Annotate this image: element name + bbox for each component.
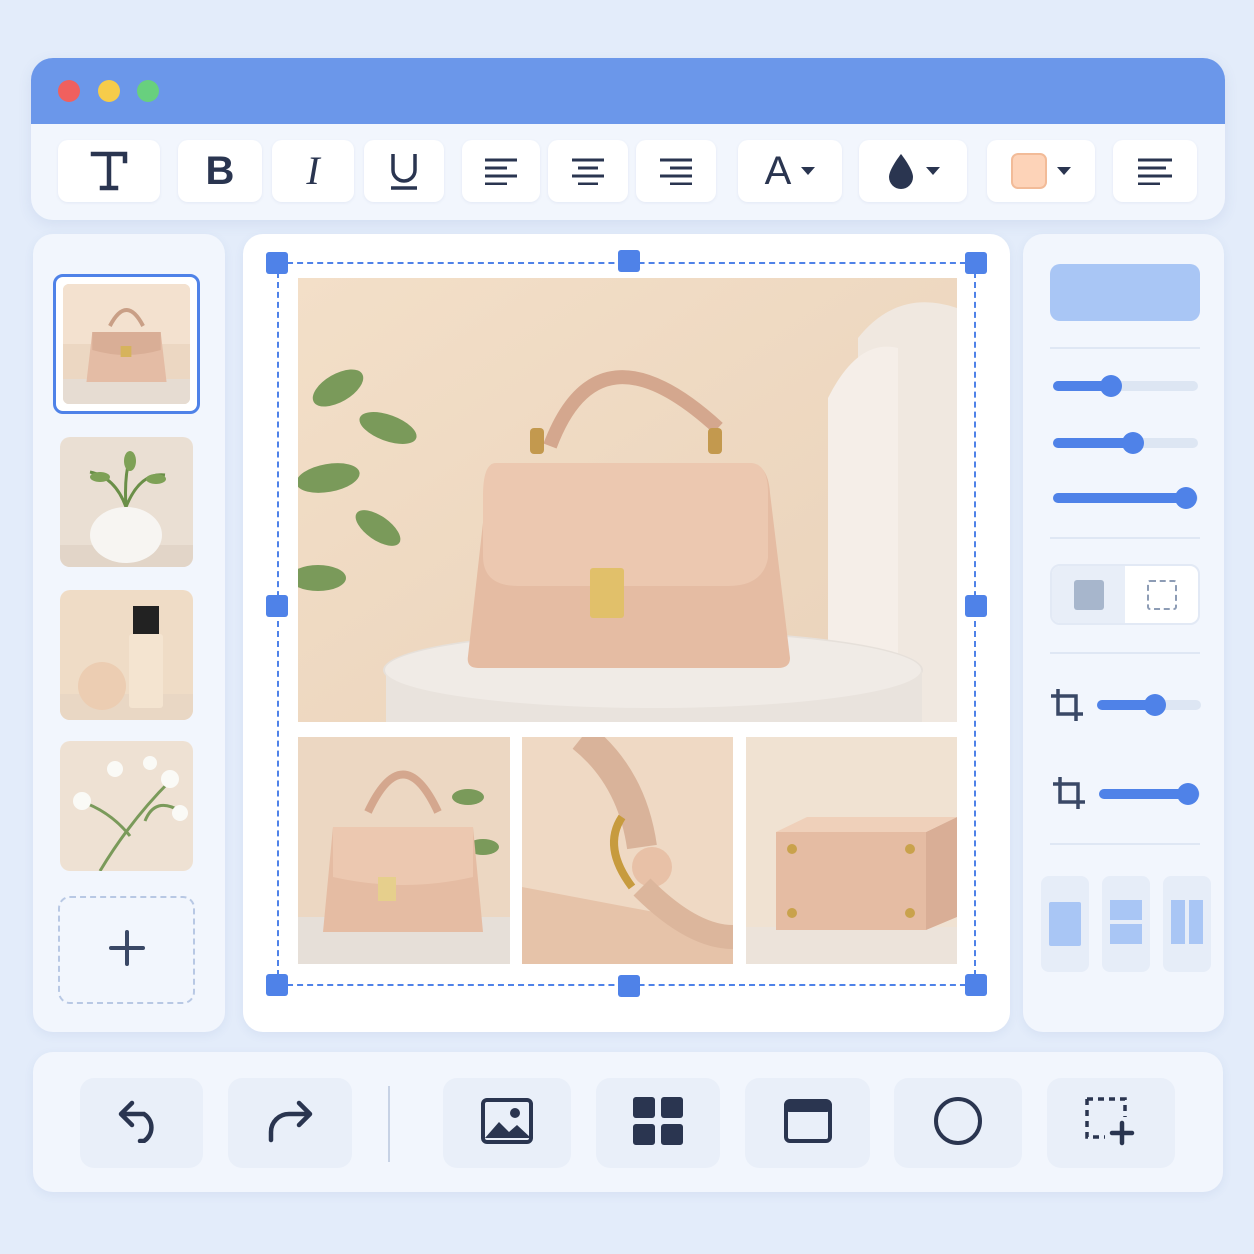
droplet-icon [886, 152, 916, 190]
layout-single-icon [1049, 902, 1081, 946]
italic-button[interactable]: I [272, 140, 354, 202]
circle-icon [933, 1096, 983, 1151]
resize-handle-right[interactable] [965, 595, 987, 617]
align-left-button[interactable] [462, 140, 540, 202]
crop-icon [1052, 776, 1086, 815]
thumbnail-cosmetic-bottle[interactable] [60, 590, 193, 720]
color-swatch-icon [1011, 153, 1047, 189]
thumbnail-white-flowers[interactable] [60, 741, 193, 871]
title-bar [31, 58, 1225, 124]
redo-button[interactable] [228, 1078, 352, 1168]
chevron-down-icon [926, 167, 940, 175]
plus-icon [108, 929, 145, 971]
fill-color-button[interactable] [859, 140, 967, 202]
frame-button[interactable] [745, 1078, 870, 1168]
text-button[interactable] [58, 140, 160, 202]
align-center-icon [571, 157, 605, 185]
text-icon [90, 151, 128, 191]
layout-single-button[interactable] [1041, 876, 1089, 972]
font-color-button[interactable]: A [738, 140, 842, 202]
insert-image-button[interactable] [443, 1078, 571, 1168]
cosmetic-bottle-thumbnail [60, 590, 193, 720]
resize-handle-top-left[interactable] [266, 252, 288, 274]
add-selection-icon [1084, 1096, 1138, 1151]
minimize-window-button[interactable] [98, 80, 120, 102]
circle-shape-button[interactable] [894, 1078, 1022, 1168]
chevron-down-icon [1057, 167, 1071, 175]
paragraph-icon [1137, 157, 1173, 185]
align-right-icon [659, 157, 693, 185]
property-slider-1[interactable] [1053, 375, 1198, 397]
close-window-button[interactable] [58, 80, 80, 102]
resize-handle-bottom-left[interactable] [266, 974, 288, 996]
thumbnail-handbag[interactable] [53, 274, 200, 414]
thumbnail-plant-vase[interactable] [60, 437, 193, 567]
resize-handle-bottom-right[interactable] [965, 974, 987, 996]
white-flowers-thumbnail [60, 741, 193, 871]
bold-icon: B [205, 149, 235, 193]
slider-knob[interactable] [1121, 432, 1144, 454]
handbag-thumbnail [63, 284, 190, 404]
layout-rows-button[interactable] [1102, 876, 1150, 972]
undo-icon [118, 1099, 166, 1148]
layout-columns-icon [1171, 899, 1203, 949]
underline-icon [389, 151, 419, 191]
align-left-icon [484, 157, 518, 185]
resize-handle-top[interactable] [618, 250, 640, 272]
add-thumbnail-button[interactable] [58, 896, 195, 1004]
grid-layout-button[interactable] [596, 1078, 720, 1168]
no-fill-icon [1146, 579, 1177, 610]
layout-columns-button[interactable] [1163, 876, 1211, 972]
crop-icon [1050, 688, 1084, 727]
divider [1050, 843, 1200, 845]
maximize-window-button[interactable] [137, 80, 159, 102]
no-fill-option[interactable] [1125, 566, 1198, 623]
color-swatch-button[interactable] [987, 140, 1095, 202]
undo-button[interactable] [80, 1078, 203, 1168]
slider-knob[interactable] [1100, 375, 1122, 397]
window-frame-icon [783, 1098, 832, 1148]
add-selection-button[interactable] [1047, 1078, 1175, 1168]
align-center-button[interactable] [548, 140, 628, 202]
bold-button[interactable]: B [178, 140, 262, 202]
layout-rows-icon [1110, 899, 1142, 949]
toolbar-separator [388, 1086, 390, 1162]
align-right-button[interactable] [636, 140, 716, 202]
resize-handle-bottom[interactable] [618, 975, 640, 997]
fill-toggle[interactable] [1050, 564, 1200, 625]
divider [1050, 347, 1200, 349]
slider-knob[interactable] [1176, 783, 1199, 805]
property-slider-2[interactable] [1053, 432, 1198, 454]
resize-handle-top-right[interactable] [965, 252, 987, 274]
solid-fill-icon [1073, 579, 1104, 610]
font-color-icon: A [764, 149, 792, 193]
image-icon [481, 1097, 533, 1149]
paragraph-button[interactable] [1113, 140, 1197, 202]
solid-fill-option[interactable] [1052, 566, 1125, 623]
crop-slider-2[interactable] [1099, 783, 1200, 805]
resize-handle-left[interactable] [266, 595, 288, 617]
divider [1050, 537, 1200, 539]
property-slider-3[interactable] [1053, 487, 1198, 509]
plant-vase-thumbnail [60, 437, 193, 567]
underline-button[interactable] [364, 140, 444, 202]
crop-slider-1[interactable] [1097, 694, 1201, 716]
primary-action-button[interactable] [1050, 264, 1200, 321]
selection-frame[interactable] [277, 262, 976, 986]
chevron-down-icon [801, 167, 816, 175]
divider [1050, 652, 1200, 654]
redo-icon [265, 1099, 315, 1148]
grid-icon [633, 1096, 683, 1150]
italic-icon: I [306, 148, 320, 193]
